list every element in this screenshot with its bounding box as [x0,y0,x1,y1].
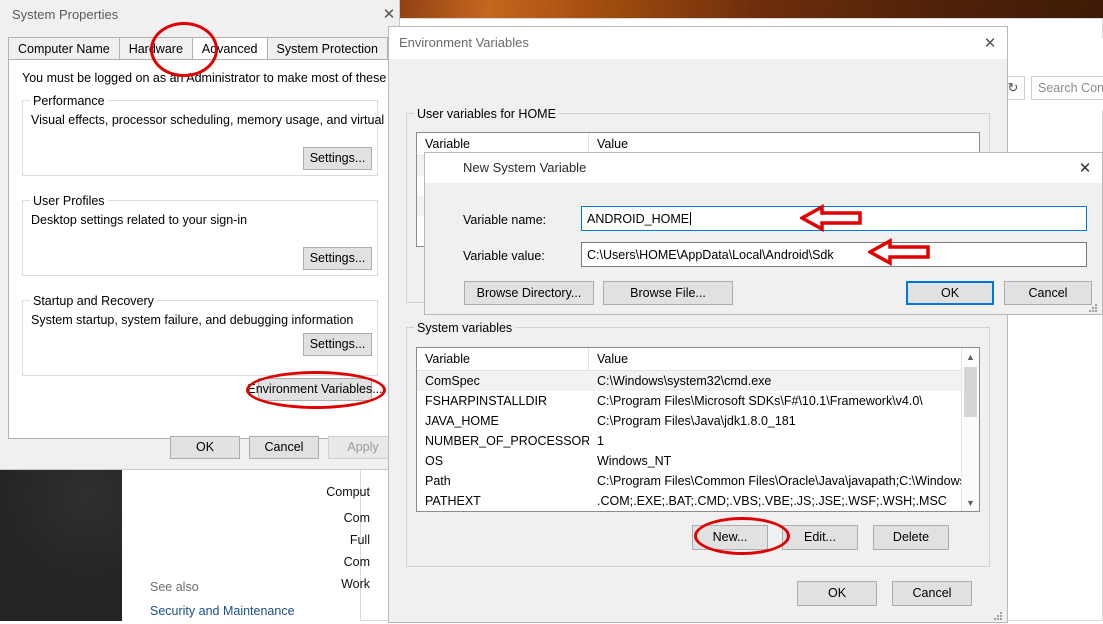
chevron-up-icon[interactable]: ▲ [962,348,979,365]
close-icon[interactable]: ✕ [378,4,400,24]
table-row[interactable]: NUMBER_OF_PROCESSORS 1 [417,431,979,451]
variable-name-cell: OS [417,451,589,471]
variable-value-cell: 1 [589,431,962,451]
table-row[interactable]: ComSpec C:\Windows\system32\cmd.exe [417,371,979,391]
tab-computer-name[interactable]: Computer Name [8,37,120,60]
variable-value-arrow [868,238,930,266]
system-variables-group-legend: System variables [414,321,515,335]
new-variable-ok-button[interactable]: OK [906,281,994,305]
administrator-note: You must be logged on as an Administrato… [22,71,441,85]
chevron-down-icon[interactable]: ▼ [962,494,979,511]
variable-name-arrow [800,204,862,232]
variable-value-value: C:\Users\HOME\AppData\Local\Android\Sdk [587,248,834,262]
detail-label: Com [280,551,370,573]
detail-label: Com [280,507,370,529]
variable-value-cell: C:\Program Files\Java\jdk1.8.0_181 [589,411,962,431]
search-placeholder-text: Search Cont [1038,81,1103,95]
column-header-variable: Variable [417,348,589,370]
table-row[interactable]: Path C:\Program Files\Common Files\Oracl… [417,471,979,491]
variable-name-cell: JAVA_HOME [417,411,589,431]
startup-recovery-settings-button[interactable]: Settings... [303,333,372,356]
detail-label: Comput [280,477,370,507]
new-variable-cancel-button[interactable]: Cancel [1004,281,1092,305]
variable-name-cell: Path [417,471,589,491]
search-input[interactable]: Search Cont [1031,76,1103,100]
column-header-value: Value [589,348,962,370]
close-icon[interactable]: ✕ [977,32,1003,54]
variable-name-cell: ComSpec [417,371,589,391]
browse-directory-button[interactable]: Browse Directory... [464,281,594,305]
text-caret [690,212,691,225]
variable-name-cell: PATHEXT [417,491,589,511]
environment-variables-cancel-button[interactable]: Cancel [892,581,972,606]
variable-value-label: Variable value: [463,249,545,263]
variable-name-cell: NUMBER_OF_PROCESSORS [417,431,589,451]
performance-description: Visual effects, processor scheduling, me… [31,113,433,127]
environment-variables-ok-button[interactable]: OK [797,581,877,606]
annotation-ellipse-environment-variables-button [246,371,386,409]
browse-file-button[interactable]: Browse File... [603,281,733,305]
startup-recovery-description: System startup, system failure, and debu… [31,313,353,327]
user-profiles-description: Desktop settings related to your sign-in [31,213,247,227]
variable-value-input[interactable]: C:\Users\HOME\AppData\Local\Android\Sdk [581,242,1087,267]
resize-grip-icon[interactable] [1088,302,1098,312]
variable-value-cell: C:\Program Files\Microsoft SDKs\F#\10.1\… [589,391,962,411]
detail-label: Full [280,529,370,551]
detail-label: Work [280,573,370,595]
edit-variable-button[interactable]: Edit... [782,525,858,550]
system-properties-title: System Properties [12,7,118,22]
variable-value-cell: Windows_NT [589,451,962,471]
close-icon[interactable]: ✕ [1072,157,1098,179]
annotation-ellipse-new-button [694,517,790,555]
system-variables-header: Variable Value [417,348,979,371]
delete-variable-button[interactable]: Delete [873,525,949,550]
table-row[interactable]: JAVA_HOME C:\Program Files\Java\jdk1.8.0… [417,411,979,431]
new-system-variable-title: New System Variable [463,160,586,175]
scrollbar-thumb[interactable] [964,367,977,417]
user-profiles-group-legend: User Profiles [30,194,108,208]
variable-name-label: Variable name: [463,213,546,227]
table-row[interactable]: FSHARPINSTALLDIR C:\Program Files\Micros… [417,391,979,411]
environment-variables-title: Environment Variables [399,35,529,50]
startup-recovery-group-legend: Startup and Recovery [30,294,157,308]
security-and-maintenance-link[interactable]: Security and Maintenance [150,604,295,618]
resize-grip-glyph [993,611,1003,621]
resize-grip-icon[interactable] [993,610,1003,620]
system-properties-cancel-button[interactable]: Cancel [249,436,319,459]
user-variables-group-legend: User variables for HOME [414,107,559,121]
system-variables-scrollbar[interactable]: ▲ ▼ [961,348,979,511]
tab-system-protection[interactable]: System Protection [267,37,388,60]
resize-grip-glyph [1088,303,1098,313]
system-properties-ok-button[interactable]: OK [170,436,240,459]
variable-name-cell: FSHARPINSTALLDIR [417,391,589,411]
table-row[interactable]: OS Windows_NT [417,451,979,471]
performance-settings-button[interactable]: Settings... [303,147,372,170]
control-panel-detail-labels: Web Comput Com Full Com Work [280,455,370,595]
variable-value-cell: C:\Program Files\Common Files\Oracle\Jav… [589,471,962,491]
dark-background-panel [0,468,122,621]
system-variables-list[interactable]: Variable Value ComSpec C:\Windows\system… [416,347,980,512]
performance-group-legend: Performance [30,94,108,108]
table-row[interactable]: PATHEXT .COM;.EXE;.BAT;.CMD;.VBS;.VBE;.J… [417,491,979,511]
new-system-variable-dialog: New System Variable ✕ Variable name: AND… [424,152,1103,315]
variable-value-cell: .COM;.EXE;.BAT;.CMD;.VBS;.VBE;.JS;.JSE;.… [589,491,962,511]
variable-value-cell: C:\Windows\system32\cmd.exe [589,371,962,391]
annotation-ellipse-advanced-tab [150,22,218,77]
user-profiles-settings-button[interactable]: Settings... [303,247,372,270]
see-also-heading: See also [150,580,199,594]
variable-name-value: ANDROID_HOME [587,212,689,226]
